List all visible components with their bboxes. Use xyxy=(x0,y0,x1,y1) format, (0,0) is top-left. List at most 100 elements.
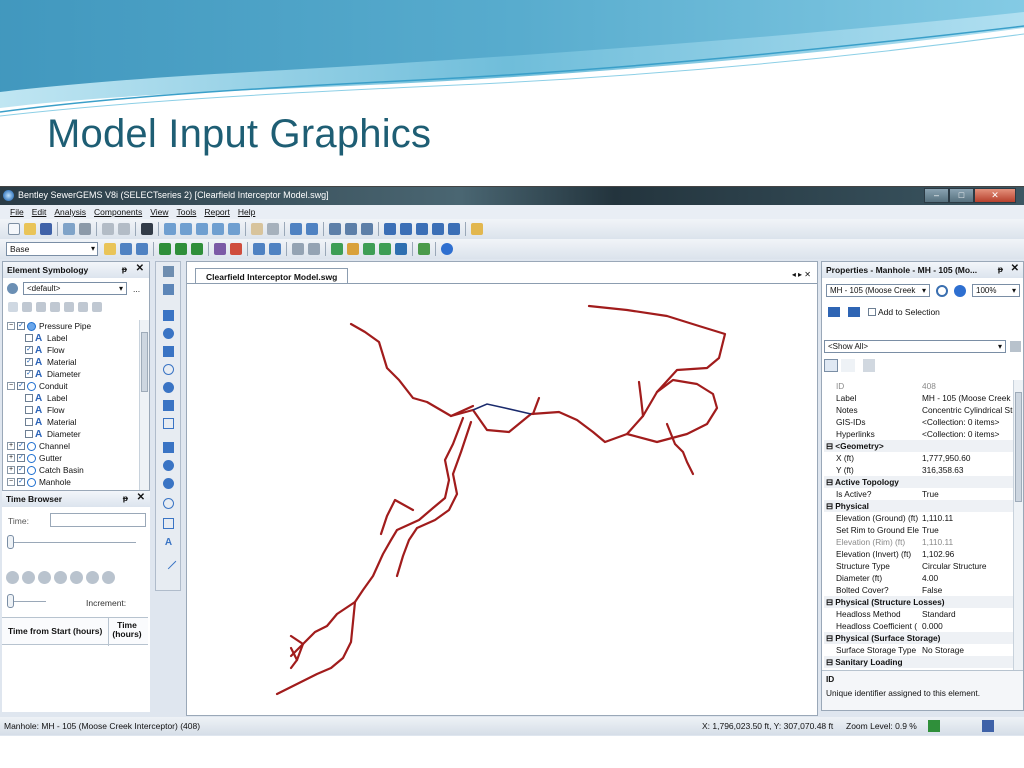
property-row[interactable]: Set Rim to Ground Ele True xyxy=(824,524,1014,536)
symbology-tree-item[interactable]: A Label xyxy=(3,332,137,344)
trex-icon[interactable] xyxy=(363,243,375,255)
compute-icon[interactable] xyxy=(361,223,373,235)
edit-icon[interactable] xyxy=(50,302,60,312)
property-row[interactable]: Headloss Method Standard xyxy=(824,608,1014,620)
property-category[interactable]: ⊟ Active Topology xyxy=(824,476,1014,488)
menu-analysis[interactable]: Analysis xyxy=(54,207,86,217)
symbology-tree-item[interactable]: − ✓ Pressure Pipe xyxy=(3,320,137,332)
visibility-checkbox[interactable]: ✓ xyxy=(17,382,25,390)
visibility-checkbox[interactable] xyxy=(25,406,33,414)
pin-icon[interactable]: ᵽ xyxy=(122,264,127,274)
symbology-tree-item[interactable]: ✓ A Diameter xyxy=(3,368,137,380)
graph-green-icon[interactable] xyxy=(191,243,203,255)
flextable-icon[interactable] xyxy=(384,223,396,235)
visibility-checkbox[interactable]: ✓ xyxy=(25,358,33,366)
collapse-icon[interactable]: ⊟ xyxy=(826,633,835,643)
collapse-icon[interactable]: ⊟ xyxy=(826,441,835,451)
menu-tools[interactable]: Tools xyxy=(177,207,197,217)
network-pipe-branch-fork[interactable] xyxy=(289,600,357,670)
menu-components[interactable]: Components xyxy=(94,207,142,217)
play-backward-icon[interactable] xyxy=(38,571,51,584)
property-category[interactable]: ⊟ Physical (Surface Storage) xyxy=(824,632,1014,644)
symbology-tree-item[interactable]: − ✓ Manhole xyxy=(3,476,137,488)
drawing-area[interactable]: Clearfield Interceptor Model.swg ◂ ▸ ✕ xyxy=(186,261,818,716)
navigate-previous-icon[interactable] xyxy=(828,307,840,317)
property-pages-icon[interactable] xyxy=(863,359,875,372)
conduit-tool-icon[interactable] xyxy=(163,310,174,321)
property-category[interactable]: ⊟ Physical xyxy=(824,500,1014,512)
next-frame-icon[interactable] xyxy=(86,571,99,584)
query-icon[interactable] xyxy=(308,243,320,255)
property-value[interactable]: 4.00 xyxy=(920,572,1014,584)
low-impact-tool-icon[interactable] xyxy=(163,478,174,489)
save-icon[interactable] xyxy=(40,223,52,235)
property-value[interactable]: No Storage xyxy=(920,644,1014,656)
time-slider-thumb[interactable] xyxy=(7,535,14,549)
play-icon[interactable] xyxy=(70,571,83,584)
symbology-dropdown[interactable]: <default> xyxy=(23,282,127,295)
menu-help[interactable]: Help xyxy=(238,207,255,217)
scenario-select[interactable]: Base xyxy=(6,242,98,256)
help-icon[interactable] xyxy=(954,284,966,297)
property-value[interactable]: Concentric Cylindrical Stru xyxy=(920,404,1014,416)
manager-icon[interactable] xyxy=(120,243,132,255)
property-value[interactable]: 1,102.96 xyxy=(920,548,1014,560)
close-panel-icon[interactable]: ✕ xyxy=(137,492,145,503)
visibility-checkbox[interactable]: ✓ xyxy=(25,346,33,354)
report-icon[interactable] xyxy=(471,223,483,235)
property-row[interactable]: Is Active? True xyxy=(824,488,1014,500)
property-category[interactable]: ⊟ Sanitary Loading xyxy=(824,656,1014,668)
visibility-checkbox[interactable]: ✓ xyxy=(17,442,25,450)
network-pipe-main-west[interactable] xyxy=(275,416,465,696)
property-value[interactable]: <Collection: 0 items> xyxy=(920,428,1014,440)
layout-icon[interactable] xyxy=(163,284,174,295)
pan-icon[interactable] xyxy=(251,223,263,235)
property-row[interactable]: X (ft) 1,777,950.60 xyxy=(824,452,1014,464)
symbology-tree-item[interactable]: ✓ A Material xyxy=(3,356,137,368)
network-pipe-main-north[interactable] xyxy=(349,304,727,444)
edit-filter-icon[interactable] xyxy=(1010,341,1021,352)
document-tab[interactable]: Clearfield Interceptor Model.swg xyxy=(195,268,349,284)
network-pipe-stub-5[interactable] xyxy=(531,396,541,416)
expand-icon[interactable]: + xyxy=(7,442,15,450)
outfall-tool-icon[interactable] xyxy=(163,364,174,375)
page-setup-icon[interactable] xyxy=(63,223,75,235)
selection-icon[interactable] xyxy=(292,243,304,255)
graph-icon[interactable] xyxy=(416,223,428,235)
collapse-icon[interactable]: ⊟ xyxy=(826,501,835,511)
background-layers-icon[interactable] xyxy=(290,223,302,235)
catch-basin-tool-icon[interactable] xyxy=(163,382,174,393)
visibility-checkbox[interactable]: ✓ xyxy=(17,322,25,330)
property-value[interactable]: Circular Structure xyxy=(920,560,1014,572)
time-icon[interactable] xyxy=(175,243,187,255)
pin-icon[interactable]: ᵽ xyxy=(123,493,128,503)
redo-icon[interactable] xyxy=(118,223,130,235)
line-tool-icon[interactable] xyxy=(160,553,177,570)
categorized-view-icon[interactable] xyxy=(824,359,838,372)
select-arrow-icon[interactable] xyxy=(163,266,174,277)
menu-view[interactable]: View xyxy=(150,207,168,217)
symbology-tree-item[interactable]: A Flow xyxy=(3,404,137,416)
collapse-icon[interactable]: − xyxy=(7,322,15,330)
open-icon[interactable] xyxy=(24,223,36,235)
window-titlebar[interactable]: Bentley SewerGEMS V8i (SELECTseries 2) [… xyxy=(0,187,1024,205)
expand-icon[interactable]: + xyxy=(7,466,15,474)
property-grid-scrollbar[interactable] xyxy=(1013,380,1023,670)
property-row[interactable]: Hyperlinks <Collection: 0 items> xyxy=(824,428,1014,440)
time-hours-header[interactable]: Time (hours) xyxy=(110,621,144,639)
move-down-icon[interactable] xyxy=(92,302,102,312)
storm-data-icon[interactable] xyxy=(253,243,265,255)
symbology-tree-item[interactable]: A Label xyxy=(3,392,137,404)
zoom-out-icon[interactable] xyxy=(212,223,224,235)
symbology-tree-item[interactable]: A Material xyxy=(3,416,137,428)
network-pipe-west-lower[interactable] xyxy=(395,420,473,578)
property-value[interactable]: 408 xyxy=(920,380,1014,392)
collapse-icon[interactable]: − xyxy=(7,382,15,390)
property-row[interactable]: Elevation (Invert) (ft) 1,102.96 xyxy=(824,548,1014,560)
property-value[interactable]: 316,358.63 xyxy=(920,464,1014,476)
document-tab-navigation[interactable]: ◂ ▸ ✕ xyxy=(792,270,811,279)
zoom-extents-icon[interactable] xyxy=(164,223,176,235)
visibility-checkbox[interactable]: ✓ xyxy=(17,478,25,486)
property-value[interactable]: MH - 105 (Moose Creek In xyxy=(920,392,1014,404)
property-row[interactable]: ID 408 xyxy=(824,380,1014,392)
